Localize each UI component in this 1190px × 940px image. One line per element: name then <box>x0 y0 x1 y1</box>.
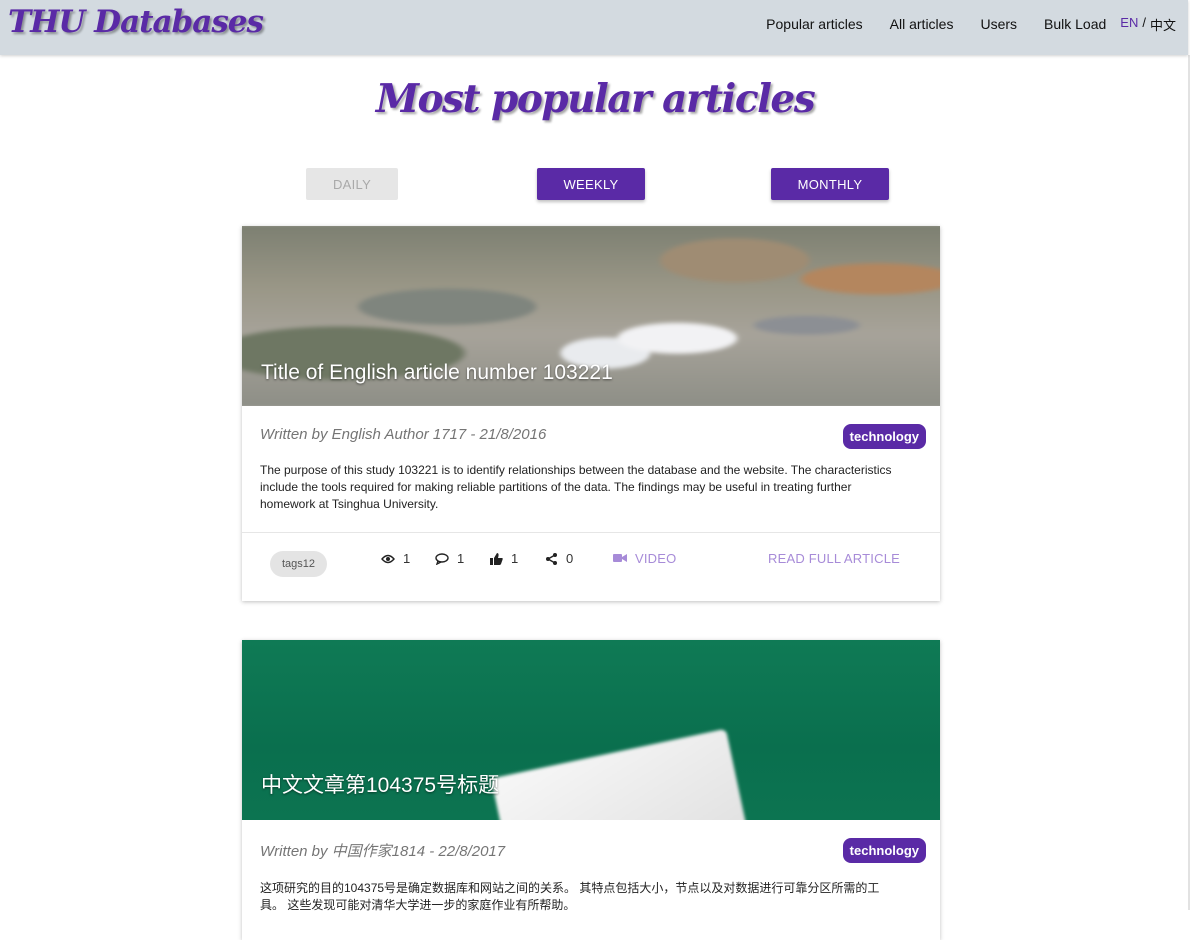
article-card: Title of English article number 103221 W… <box>242 226 940 601</box>
shares-stat: 0 <box>545 551 573 566</box>
article-title[interactable]: Title of English article number 103221 <box>261 361 613 385</box>
brand-logo[interactable]: THU Databases <box>8 4 264 40</box>
shares-count: 0 <box>566 551 574 566</box>
nav-popular-articles[interactable]: Popular articles <box>766 16 863 32</box>
article-image[interactable]: 中文文章第104375号标题 <box>242 640 940 820</box>
thumbs-up-icon <box>490 552 503 565</box>
lang-separator: / <box>1142 14 1146 30</box>
page-title: Most popular articles <box>375 76 816 122</box>
article-author-date: Written by 中国作家1814 - 22/8/2017 <box>260 843 506 860</box>
comment-icon <box>435 552 449 565</box>
weekly-button[interactable]: WEEKLY <box>537 168 645 200</box>
nav-users[interactable]: Users <box>980 16 1017 32</box>
tag-chip[interactable]: tags12 <box>270 551 328 577</box>
nav-all-articles[interactable]: All articles <box>890 16 954 32</box>
article-card: 中文文章第104375号标题 Written by 中国作家1814 - 22/… <box>242 640 940 940</box>
read-full-article-link[interactable]: READ FULL ARTICLE <box>768 551 900 566</box>
eye-icon <box>381 554 395 564</box>
article-abstract: The purpose of this study 103221 is to i… <box>260 463 892 511</box>
article-title[interactable]: 中文文章第104375号标题 <box>261 769 499 799</box>
daily-button[interactable]: DAILY <box>306 168 398 200</box>
article-body: Written by English Author 1717 - 21/8/20… <box>242 406 940 532</box>
comments-count: 1 <box>457 551 465 566</box>
likes-count: 1 <box>511 551 519 566</box>
language-switcher: EN / 中文 <box>1120 15 1176 34</box>
top-navbar: THU Databases Popular articles All artic… <box>0 0 1188 55</box>
likes-stat: 1 <box>490 551 518 566</box>
nav-bulk-load[interactable]: Bulk Load <box>1044 16 1106 32</box>
video-camera-icon <box>613 551 627 566</box>
monthly-button[interactable]: MONTHLY <box>771 168 889 200</box>
lang-en-link[interactable]: EN <box>1120 15 1138 34</box>
views-stat: 1 <box>381 551 410 566</box>
video-link[interactable]: VIDEO <box>613 551 676 566</box>
article-body: Written by 中国作家1814 - 22/8/2017 technolo… <box>242 820 940 940</box>
category-badge[interactable]: technology <box>842 424 926 449</box>
video-label: VIDEO <box>635 551 677 566</box>
comments-stat: 1 <box>435 551 464 566</box>
lang-zh-link[interactable]: 中文 <box>1150 15 1176 34</box>
share-icon <box>545 552 558 565</box>
views-count: 1 <box>403 551 411 566</box>
category-badge[interactable]: technology <box>842 838 926 863</box>
article-footer: tags12 1 1 1 0 VIDEO READ FULL ARTICLE <box>242 532 940 601</box>
nav-links: Popular articles All articles Users Bulk… <box>739 0 1176 48</box>
article-image[interactable]: Title of English article number 103221 <box>242 226 940 406</box>
article-photo <box>491 728 757 820</box>
article-abstract: 这项研究的目的104375号是确定数据库和网站之间的关系。 其特点包括大小，节点… <box>260 881 880 912</box>
article-author-date: Written by English Author 1717 - 21/8/20… <box>260 426 547 443</box>
